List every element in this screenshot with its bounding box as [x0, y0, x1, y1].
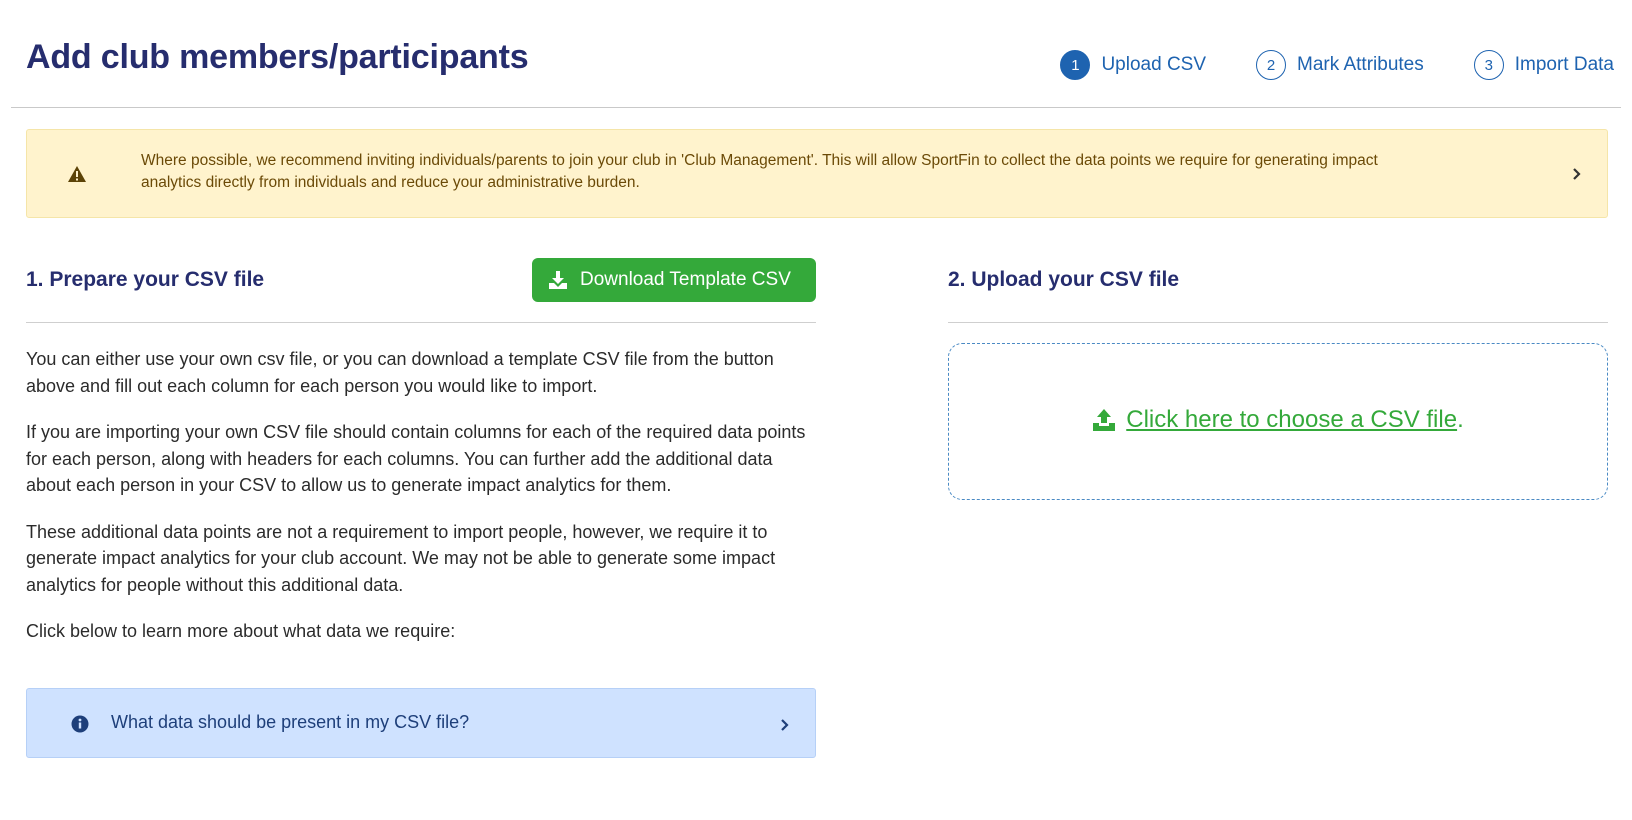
step-number: 1	[1060, 50, 1091, 80]
page-header: Add club members/participants 1 Upload C…	[0, 0, 1632, 108]
step-mark-attributes[interactable]: 2 Mark Attributes	[1256, 50, 1424, 80]
step-number: 2	[1256, 50, 1287, 80]
chevron-right-icon	[781, 719, 789, 731]
learn-more-paragraph: Click below to learn more about what dat…	[26, 621, 456, 641]
download-template-button[interactable]: Download Template CSV	[532, 258, 816, 302]
intro-paragraph: You can either use your own csv file, or…	[26, 349, 774, 396]
prepare-header: 1. Prepare your CSV file Download Templa…	[26, 258, 816, 323]
upload-title: 2. Upload your CSV file	[948, 268, 1180, 291]
step-label: Import Data	[1514, 54, 1614, 75]
additional-data-paragraph: These additional data points are not a r…	[26, 521, 776, 595]
upload-header: 2. Upload your CSV file	[948, 258, 1608, 323]
own-file-paragraph: If you are importing your own CSV file s…	[26, 422, 806, 495]
csv-data-info-accordion[interactable]: What data should be present in my CSV fi…	[26, 688, 816, 758]
download-icon	[549, 271, 567, 289]
info-box-label: What data should be present in my CSV fi…	[111, 712, 470, 732]
download-button-label: Download Template CSV	[580, 269, 791, 290]
chevron-right-icon	[1573, 168, 1581, 180]
csv-dropzone[interactable]: Click here to choose a CSV file.	[948, 343, 1608, 500]
upload-section: 2. Upload your CSV file Click here to ch…	[948, 258, 1608, 500]
link-period: .	[1457, 406, 1464, 433]
step-label: Upload CSV	[1101, 54, 1207, 75]
upload-icon	[1093, 409, 1116, 431]
step-number: 3	[1473, 50, 1504, 80]
dropzone-content: Click here to choose a CSV file.	[949, 406, 1607, 434]
alert-text: Where possible, we recommend inviting in…	[141, 152, 1378, 191]
step-label: Mark Attributes	[1297, 54, 1424, 75]
import-stepper: 1 Upload CSV 2 Mark Attributes 3 Import …	[1010, 50, 1614, 80]
step-upload-csv[interactable]: 1 Upload CSV	[1060, 50, 1206, 80]
club-management-alert[interactable]: Where possible, we recommend inviting in…	[26, 129, 1608, 218]
step-import-data[interactable]: 3 Import Data	[1473, 50, 1614, 80]
prepare-section: 1. Prepare your CSV file Download Templa…	[26, 258, 816, 645]
prepare-title: 1. Prepare your CSV file	[26, 268, 265, 291]
warning-triangle-icon	[68, 166, 86, 182]
header-divider	[11, 107, 1621, 108]
choose-csv-link[interactable]: Click here to choose a CSV file	[1126, 406, 1457, 434]
info-circle-icon	[71, 715, 89, 733]
page-title: Add club members/participants	[26, 38, 529, 76]
